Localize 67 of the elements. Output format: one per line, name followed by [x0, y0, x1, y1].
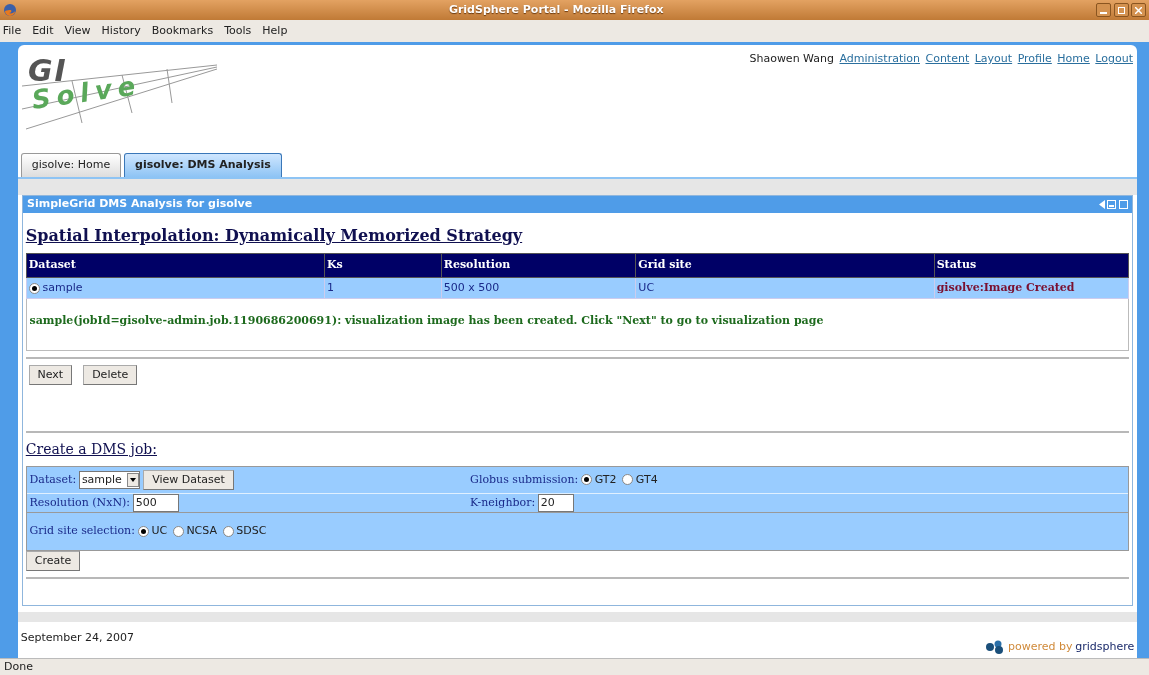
header-link[interactable]: Logout [1095, 51, 1133, 68]
action-button[interactable]: Next [28, 364, 73, 386]
menu-item[interactable]: History [101, 22, 141, 40]
radio-label: SDSC [236, 523, 267, 539]
gridsphere-text: gridsphere [1075, 638, 1135, 655]
status-cell: gisolve:Image Created [934, 277, 1129, 299]
dataset-dropdown[interactable]: sample [78, 470, 141, 489]
menu-item[interactable]: View [64, 22, 91, 40]
action-button[interactable]: Delete [83, 364, 138, 386]
minimize-icon[interactable] [1107, 199, 1117, 209]
close-button[interactable] [1131, 3, 1147, 17]
maximize-icon [1117, 6, 1125, 14]
status-message: sample(jobId=gisolve-admin.job.1190686200691): visualization image has been created. Click "Next" to go to visualization page [29, 313, 825, 330]
radio-button[interactable] [28, 282, 40, 294]
collapse-icon[interactable] [1098, 199, 1105, 209]
maximize-icon[interactable] [1119, 199, 1128, 209]
gridsphere-logo-icon [985, 640, 1006, 654]
field-label: Resolution (NxN): [29, 494, 131, 511]
logo-text: GI [28, 53, 68, 88]
menu-item[interactable]: Bookmarks [151, 22, 214, 40]
menu-item[interactable]: Help [262, 22, 288, 40]
column-header: Ks [324, 253, 442, 277]
radio-button[interactable] [581, 474, 592, 486]
user-name: Shaowen Wang [749, 51, 834, 67]
maximize-button[interactable] [1113, 3, 1129, 17]
tab[interactable]: gisolve: Home [20, 153, 122, 177]
menu-item[interactable]: File [2, 22, 22, 40]
radio-label: NCSA [186, 523, 217, 539]
powered-by-text: powered by [1007, 638, 1073, 655]
field-label: Dataset: [29, 471, 77, 488]
create-button[interactable]: Create [25, 550, 81, 572]
field-label: Globus submission: [470, 471, 579, 488]
column-header: Grid site [635, 253, 935, 277]
table-cell: 500 x 500 [441, 277, 636, 299]
table-cell: UC [635, 277, 935, 299]
header-link[interactable]: Profile [1017, 51, 1052, 68]
view-dataset-button[interactable]: View Dataset [143, 469, 234, 490]
radio-button[interactable] [222, 525, 234, 537]
radio-button[interactable] [137, 525, 149, 537]
section-heading: Create a DMS job: [25, 440, 158, 460]
column-header: Status [934, 253, 1129, 277]
caret-icon[interactable] [127, 472, 140, 487]
footer-date: September 24, 2007 [20, 630, 135, 647]
radio-button[interactable] [172, 525, 184, 537]
header-link[interactable]: Content [925, 51, 970, 68]
page-heading: Spatial Interpolation: Dynamically Memorized Strategy [25, 224, 524, 247]
field-label: K-neighbor: [470, 494, 536, 511]
header-link[interactable]: Administration [839, 51, 920, 68]
minimize-button[interactable] [1095, 3, 1111, 17]
field-label: Grid site selection: [29, 523, 135, 539]
window-title: GridSphere Portal - Mozilla Firefox [447, 1, 665, 18]
column-header: Resolution [441, 253, 636, 277]
radio-label: UC [151, 523, 168, 539]
header-link[interactable]: Home [1057, 51, 1090, 68]
table-cell-text: sample [42, 279, 83, 296]
tab[interactable]: gisolve: DMS Analysis [124, 153, 282, 177]
radio-label: GT2 [594, 471, 617, 488]
radio-label: GT4 [635, 471, 658, 488]
portlet-title: SimpleGrid DMS Analysis for gisolve [27, 195, 253, 212]
status-bar-text: Done [0, 658, 1149, 675]
menu-item[interactable]: Edit [32, 22, 54, 40]
column-header: Dataset [26, 253, 325, 277]
close-icon [1135, 6, 1143, 14]
firefox-icon [2, 3, 17, 17]
radio-button[interactable] [622, 474, 634, 486]
header-link[interactable]: Layout [974, 51, 1013, 68]
menu-item[interactable]: Tools [224, 22, 252, 40]
